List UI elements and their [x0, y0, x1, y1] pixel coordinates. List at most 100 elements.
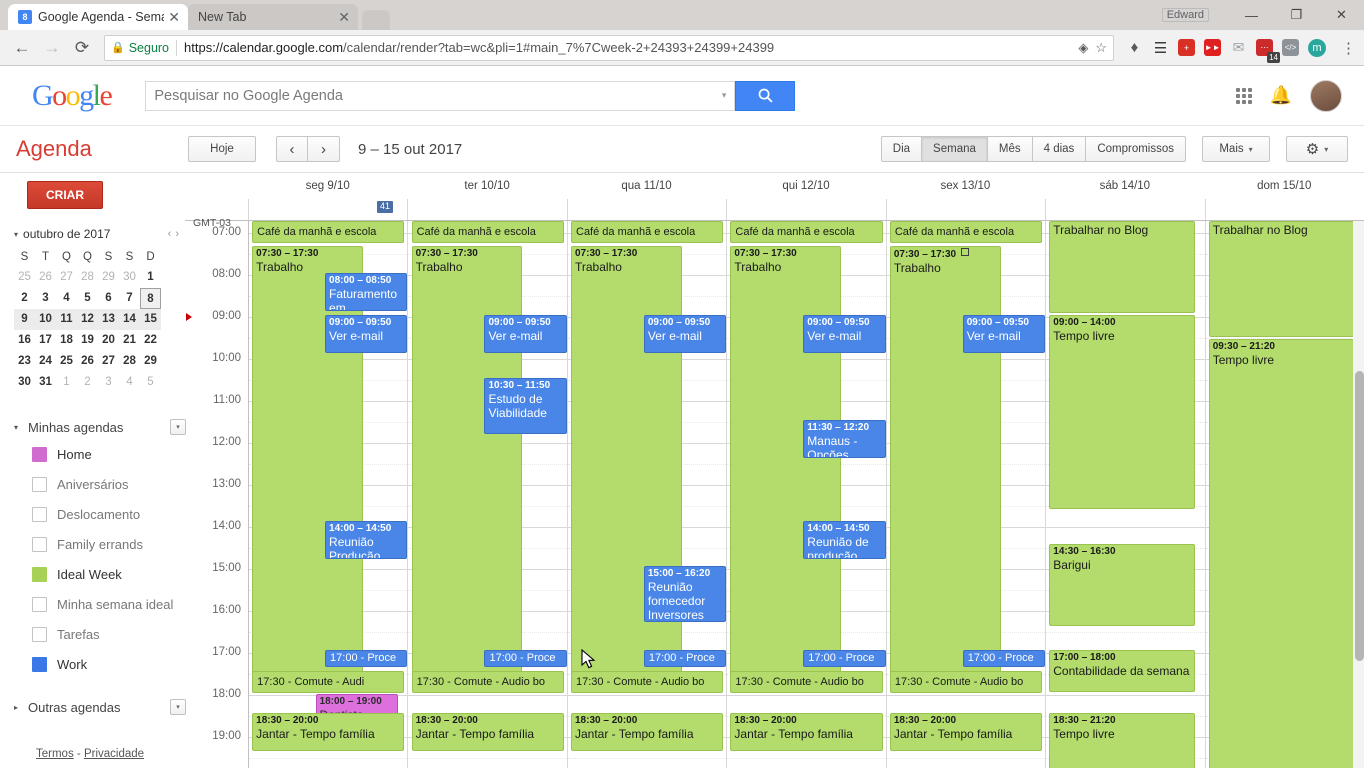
calendar-event[interactable]: 17:00 - Proce	[484, 650, 567, 667]
calendar-checkbox[interactable]	[32, 476, 47, 492]
mini-calendar-day[interactable]: 27	[98, 351, 119, 372]
mini-calendar-day[interactable]: 30	[119, 267, 140, 288]
mini-calendar-day[interactable]: 16	[14, 330, 35, 351]
mini-calendar-day[interactable]: 5	[140, 372, 161, 393]
calendar-event[interactable]: 17:00 – 18:00 Contabilidade da semana	[1049, 650, 1195, 692]
calendar-event[interactable]: 09:00 – 09:50 Ver e-mail	[643, 315, 727, 353]
mini-calendar-day[interactable]: 26	[77, 351, 98, 372]
mini-calendar-day[interactable]: 15	[140, 309, 161, 330]
calendar-event[interactable]: 17:00 - Proce	[803, 650, 886, 667]
mini-calendar-day[interactable]: 30	[14, 372, 35, 393]
calendar-event[interactable]: 17:30 - Comute - Audio bo	[730, 671, 883, 693]
mini-calendar-day[interactable]: 8	[140, 288, 161, 309]
calendar-event[interactable]: 18:30 – 20:00 Jantar - Tempo família	[889, 713, 1042, 751]
layers-icon[interactable]: ☰	[1152, 39, 1169, 57]
mini-calendar-day[interactable]: 11	[56, 309, 77, 330]
calendar-event[interactable]: 18:30 – 20:00 Jantar - Tempo família	[730, 713, 883, 751]
calendar-list-item[interactable]: Minha semana ideal	[14, 589, 186, 619]
mini-calendar-day[interactable]: 4	[56, 288, 77, 309]
reader-mode-icon[interactable]: ◈	[1078, 40, 1088, 56]
calendar-event[interactable]: 18:30 – 20:00 Jantar - Tempo família	[571, 713, 724, 751]
calendar-event[interactable]: 09:00 – 09:50 Ver e-mail	[962, 315, 1046, 353]
calendar-color-swatch[interactable]	[32, 566, 47, 582]
close-icon[interactable]: ✕	[168, 10, 180, 24]
day-column-header[interactable]: sex 13/10	[886, 180, 1045, 192]
day-column-thursday[interactable]: Café da manhã e escola 07:30 – 17:30 Traba…	[726, 221, 886, 768]
calendar-event[interactable]: 14:00 – 14:50 Reunião de produção	[803, 521, 886, 559]
browser-tab-newtab[interactable]: New Tab ✕	[188, 4, 358, 30]
mini-calendar-day[interactable]: 6	[98, 288, 119, 309]
calendar-scroll-body[interactable]: 07:00 08:00 09:00 10:00 11:00 12:00 13:00 14:00…	[185, 221, 1364, 768]
day-column-header[interactable]: qui 12/10	[726, 180, 885, 192]
calendar-color-swatch[interactable]	[32, 446, 47, 462]
calendar-event[interactable]: 15:00 – 16:20 Reunião fornecedor Inversor…	[643, 566, 727, 622]
calendar-list-item[interactable]: Tarefas	[14, 619, 186, 649]
mini-calendar-day[interactable]: 18	[56, 330, 77, 351]
chevron-right-icon[interactable]: ▸	[14, 703, 22, 712]
calendar-event[interactable]: 09:00 – 09:50 Ver e-mail	[325, 315, 408, 353]
other-calendars-header[interactable]: ▸ Outras agendas ▾	[14, 695, 186, 719]
calendar-list-item[interactable]: Ideal Week	[14, 559, 186, 589]
calendar-checkbox[interactable]	[32, 626, 47, 642]
close-window-icon[interactable]: ✕	[1319, 0, 1364, 30]
evernote-icon[interactable]: ♦	[1126, 39, 1143, 56]
chevron-down-icon[interactable]: ▾	[722, 90, 727, 101]
day-column-tuesday[interactable]: Café da manhã e escola 07:30 – 17:30 Traba…	[407, 221, 567, 768]
calendar-event[interactable]: 17:00 - Proce	[325, 650, 408, 667]
mini-calendar-day[interactable]: 13	[98, 309, 119, 330]
calendar-event[interactable]: 17:30 - Comute - Audio bo	[889, 671, 1042, 693]
mini-calendar-day[interactable]: 26	[35, 267, 56, 288]
calendar-event[interactable]: 18:30 – 20:00 Jantar - Tempo família	[252, 713, 405, 751]
chrome-menu-icon[interactable]: ⋮	[1341, 39, 1356, 57]
mini-prev-month-icon[interactable]: ‹	[168, 228, 172, 240]
mini-calendar-day[interactable]: 19	[77, 330, 98, 351]
calendar-list-item[interactable]: Family errands	[14, 529, 186, 559]
calendar-event[interactable]: Trabalhar no Blog	[1049, 221, 1195, 313]
maximize-icon[interactable]: ❐	[1274, 0, 1319, 30]
other-calendars-menu-icon[interactable]: ▾	[170, 699, 186, 715]
calendar-event[interactable]: 17:30 - Comute - Audi	[252, 671, 405, 693]
calendar-event[interactable]: 11:30 – 12:20 Manaus - Opções	[803, 420, 886, 458]
mini-calendar-day[interactable]: 3	[35, 288, 56, 309]
reload-icon[interactable]: ⟳	[68, 34, 96, 62]
mini-calendar-day[interactable]: 25	[56, 351, 77, 372]
day-column-header[interactable]: ter 10/10	[407, 180, 566, 192]
browser-tab-active[interactable]: 8 Google Agenda - Seman ✕	[8, 4, 188, 30]
mini-calendar-day[interactable]: 28	[77, 267, 98, 288]
all-day-cell[interactable]	[885, 199, 1046, 220]
today-button[interactable]: Hoje	[188, 136, 256, 162]
create-button[interactable]: CRIAR	[27, 181, 103, 209]
all-day-cell[interactable]	[726, 199, 886, 220]
day-column-header[interactable]: seg 9/10	[248, 180, 407, 192]
calendar-event[interactable]: 09:30 – 21:20 Tempo livre	[1208, 339, 1355, 768]
mini-calendar-day[interactable]: 17	[35, 330, 56, 351]
mini-calendar-day[interactable]: 25	[14, 267, 35, 288]
notifications-bell-icon[interactable]: 🔔	[1270, 85, 1292, 106]
calendar-event[interactable]: 18:30 – 21:20 Tempo livre	[1049, 713, 1195, 768]
settings-button[interactable]: ⚙ ▾	[1286, 136, 1348, 162]
all-day-cell[interactable]	[1045, 199, 1205, 220]
all-day-cell[interactable]	[1204, 199, 1364, 220]
calendar-event[interactable]: Café da manhã e escola	[571, 221, 724, 243]
calendar-event[interactable]: 17:00 - Proce	[962, 650, 1046, 667]
calendar-list-item[interactable]: Deslocamento	[14, 499, 186, 529]
calendar-checkbox[interactable]	[32, 536, 47, 552]
bookmark-plus-icon[interactable]: +	[1178, 39, 1195, 56]
mini-calendar-day[interactable]: 31	[35, 372, 56, 393]
mini-calendar-day[interactable]: 7	[119, 288, 140, 309]
calendar-list-item[interactable]: Work	[14, 649, 186, 679]
view-tab-semana[interactable]: Semana	[922, 136, 988, 162]
mini-calendar-day[interactable]: 10	[35, 309, 56, 330]
day-column-header[interactable]: qua 11/10	[567, 180, 726, 192]
mini-calendar-day[interactable]: 14	[119, 309, 140, 330]
back-icon[interactable]: ←	[8, 34, 36, 62]
calendar-list-item[interactable]: Home	[14, 439, 186, 469]
mini-calendar-day[interactable]: 9	[14, 309, 35, 330]
google-logo[interactable]: Google	[32, 79, 113, 113]
day-column-monday[interactable]: Café da manhã e escola 07:30 – 17:30 Traba…	[248, 221, 408, 768]
day-column-sunday[interactable]: Trabalhar no Blog 09:30 – 21:20 Tempo livr…	[1204, 221, 1364, 768]
close-icon[interactable]: ✕	[338, 10, 350, 24]
day-column-friday[interactable]: Café da manhã e escola 07:30 – 17:30 Traba…	[885, 221, 1046, 768]
calendar-event[interactable]: Trabalhar no Blog	[1208, 221, 1355, 337]
calendar-event[interactable]: 09:00 – 09:50 Ver e-mail	[803, 315, 886, 353]
